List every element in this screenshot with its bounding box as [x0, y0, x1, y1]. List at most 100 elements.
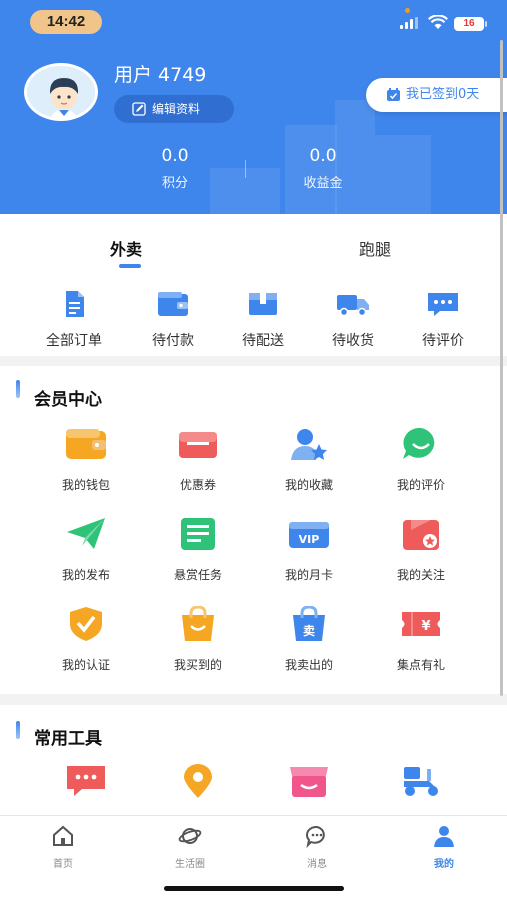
member-sold[interactable]: 卖 我卖出的 — [254, 605, 364, 673]
order-pending-review-label: 待评价 — [422, 333, 464, 349]
points-value: 0.0 — [161, 146, 189, 166]
chat-bubble-icon — [67, 766, 105, 796]
member-verification-label: 我的认证 — [61, 658, 110, 672]
paper-plane-icon — [67, 518, 105, 549]
member-monthly-card[interactable]: VIP 我的月卡 — [254, 516, 364, 583]
edit-profile-label: 编辑资料 — [152, 102, 201, 116]
earnings-label: 收益金 — [303, 176, 343, 191]
member-points-rewards[interactable]: ¥ 集点有礼 — [366, 606, 476, 673]
box-icon — [249, 293, 277, 315]
member-coupons-label: 优惠券 — [179, 478, 216, 492]
order-pending-delivery[interactable]: 待配送 — [218, 290, 308, 350]
member-center-title: 会员中心 — [34, 390, 102, 410]
shield-check-icon — [70, 607, 102, 641]
svg-text:卖: 卖 — [303, 623, 315, 638]
status-time: 14:42 — [30, 10, 102, 34]
orders-panel: 外卖 跑腿 全部订单 待付款 待配送 待收货 待评价 — [0, 214, 507, 356]
tool-store[interactable] — [254, 763, 364, 803]
member-bounty-tasks[interactable]: 悬赏任务 — [143, 516, 253, 583]
user-icon — [434, 826, 454, 847]
location-pin-icon — [184, 764, 212, 798]
tool-rider[interactable] — [366, 763, 476, 803]
order-pending-delivery-label: 待配送 — [242, 333, 284, 349]
avatar[interactable] — [24, 63, 98, 121]
member-center-section: 会员中心 我的钱包 优惠券 我的收藏 我的评价 我的发布 悬赏任务 VIP 我的… — [0, 366, 507, 694]
member-posts[interactable]: 我的发布 — [31, 516, 141, 583]
truck-icon — [337, 295, 369, 317]
order-pending-payment-label: 待付款 — [152, 333, 194, 349]
svg-text:VIP: VIP — [299, 533, 320, 546]
tab-errand[interactable]: 跑腿 — [359, 236, 391, 260]
tab-takeout[interactable]: 外卖 — [110, 236, 142, 260]
tab-indicator — [119, 264, 141, 268]
tools-section: 常用工具 — [0, 705, 507, 815]
document-icon — [66, 291, 84, 317]
shopping-bag-icon — [182, 605, 214, 641]
section-accent-bar — [16, 380, 20, 398]
tool-location[interactable] — [143, 763, 253, 803]
member-reviews-label: 我的评价 — [396, 478, 445, 492]
earnings-value: 0.0 — [309, 146, 337, 166]
order-pending-receipt[interactable]: 待收货 — [308, 290, 398, 350]
username: 用户 4749 — [114, 64, 207, 86]
member-favorites-label: 我的收藏 — [284, 478, 333, 492]
app-screen: 14:42 16 用户 4749 编辑资料 我已签到0天 0.0 积分 0.0 … — [0, 0, 507, 900]
edit-profile-button[interactable]: 编辑资料 — [114, 95, 234, 123]
member-favorites[interactable]: 我的收藏 — [254, 426, 364, 493]
member-purchased[interactable]: 我买到的 — [143, 605, 253, 673]
nav-life-circle[interactable]: 生活圈 — [150, 824, 230, 870]
nav-life-circle-label: 生活圈 — [175, 859, 205, 870]
store-icon — [290, 767, 328, 797]
wallet-icon — [158, 292, 188, 316]
order-pending-review[interactable]: 待评价 — [398, 290, 488, 350]
edit-icon — [132, 102, 146, 116]
signal-icon — [400, 17, 418, 29]
coupon-icon — [179, 432, 217, 458]
scrollbar[interactable] — [500, 40, 503, 696]
profile-header: 14:42 16 用户 4749 编辑资料 我已签到0天 0.0 积分 0.0 … — [0, 0, 507, 214]
nav-mine[interactable]: 我的 — [404, 824, 484, 870]
member-wallet-label: 我的钱包 — [61, 478, 110, 492]
planet-icon — [178, 828, 202, 844]
tools-title: 常用工具 — [34, 729, 102, 749]
ticket-yen-icon: ¥ — [402, 612, 440, 636]
member-sold-label: 我卖出的 — [284, 658, 333, 672]
member-reviews[interactable]: 我的评价 — [366, 426, 476, 493]
order-pending-payment[interactable]: 待付款 — [128, 290, 218, 350]
points-stat[interactable]: 0.0 积分 — [115, 146, 235, 191]
nav-mine-label: 我的 — [434, 859, 454, 870]
member-wallet[interactable]: 我的钱包 — [31, 426, 141, 493]
favorite-user-icon — [291, 429, 327, 460]
member-monthly-card-label: 我的月卡 — [284, 568, 333, 582]
home-indicator[interactable] — [164, 886, 344, 891]
order-all[interactable]: 全部订单 — [29, 290, 119, 350]
privacy-dot-icon — [405, 8, 410, 13]
scooter-icon — [404, 767, 438, 796]
comment-icon — [428, 293, 458, 316]
earnings-stat[interactable]: 0.0 收益金 — [263, 146, 383, 191]
home-icon — [53, 825, 73, 846]
member-posts-label: 我的发布 — [61, 568, 110, 582]
nav-home-label: 首页 — [53, 859, 73, 870]
svg-text:¥: ¥ — [421, 619, 430, 634]
member-following[interactable]: 我的关注 — [366, 516, 476, 583]
sell-bag-icon: 卖 — [293, 605, 325, 641]
nav-home[interactable]: 首页 — [23, 824, 103, 870]
member-coupons[interactable]: 优惠券 — [143, 426, 253, 493]
wallet-icon — [66, 429, 106, 459]
smile-chat-icon — [403, 427, 435, 459]
follow-bag-icon — [403, 520, 439, 550]
message-icon — [306, 825, 325, 849]
member-bounty-tasks-label: 悬赏任务 — [173, 568, 222, 582]
checkin-button[interactable]: 我已签到0天 — [366, 78, 507, 112]
order-pending-receipt-label: 待收货 — [332, 333, 374, 349]
points-label: 积分 — [161, 176, 188, 191]
checkin-label: 我已签到0天 — [406, 87, 480, 102]
member-verification[interactable]: 我的认证 — [31, 606, 141, 673]
member-purchased-label: 我买到的 — [173, 658, 222, 672]
nav-messages[interactable]: 消息 — [277, 824, 357, 870]
wifi-icon — [428, 15, 448, 29]
status-bar: 14:42 16 — [0, 0, 507, 44]
tool-feedback[interactable] — [31, 763, 141, 803]
avatar-illustration — [27, 66, 95, 118]
